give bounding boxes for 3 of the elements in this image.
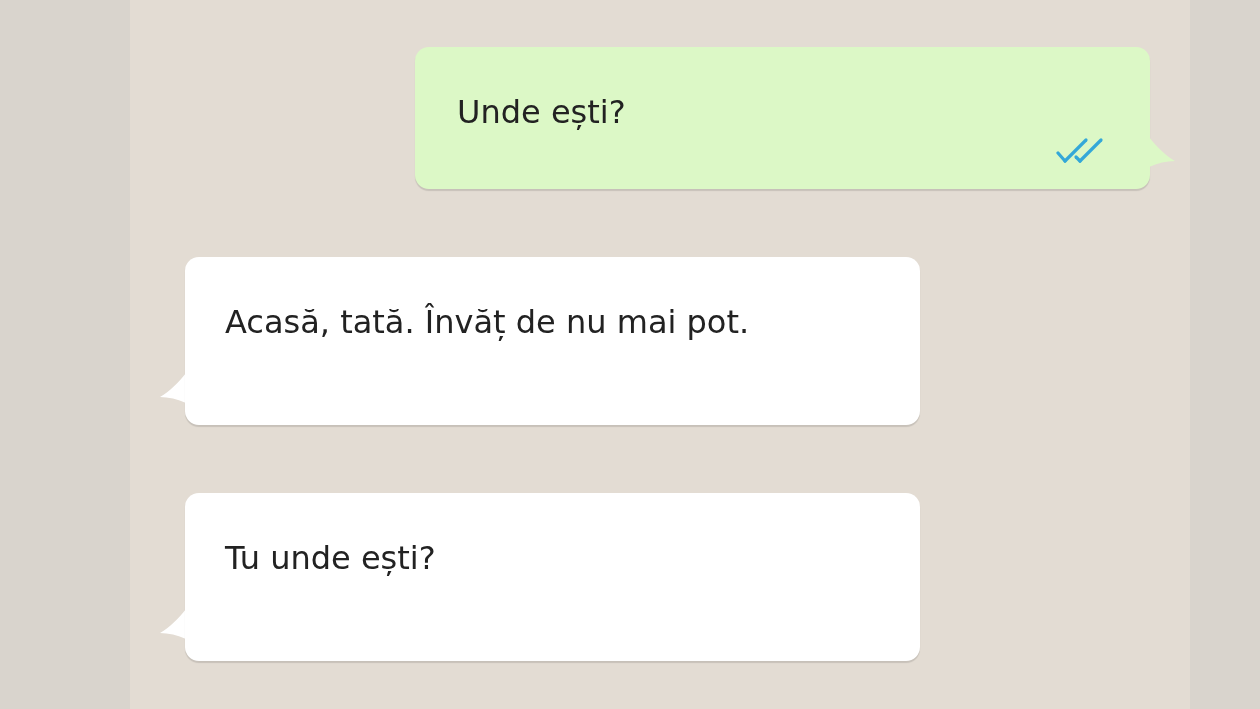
message-text: Acasă, tată. Învăț de nu mai pot.	[225, 302, 751, 343]
message-text: Tu unde ești?	[225, 538, 437, 579]
message-text: Unde ești?	[457, 92, 627, 133]
